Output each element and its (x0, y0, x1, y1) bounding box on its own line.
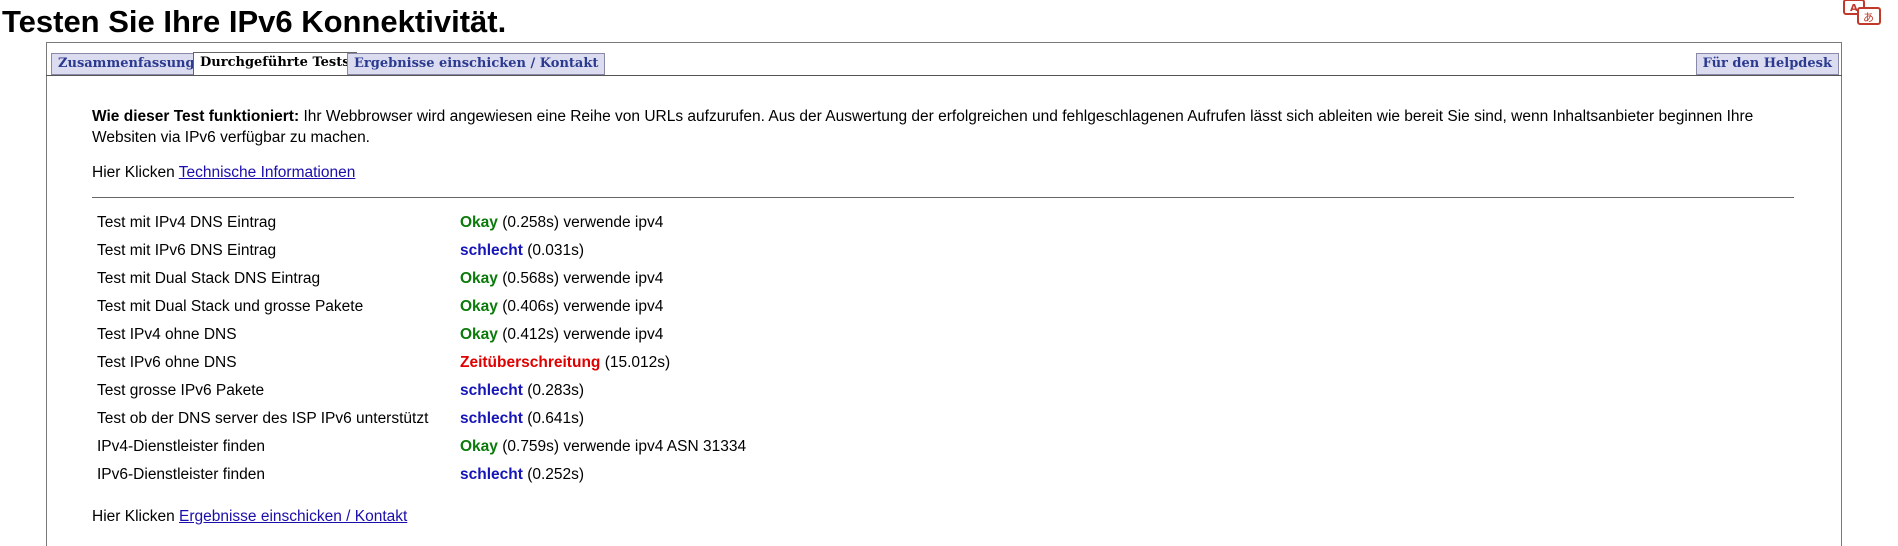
test-name: IPv6-Dienstleister finden (97, 466, 265, 483)
test-name: Test mit Dual Stack DNS Eintrag (97, 270, 321, 287)
test-name: Test mit IPv6 DNS Eintrag (97, 242, 277, 259)
test-detail: (0.258s) verwende ipv4 (497, 214, 664, 231)
result-row: Test mit IPv6 DNS Eintrag schlecht (0.031… (92, 240, 992, 268)
divider (92, 197, 1794, 198)
test-result: Okay (0.406s) verwende ipv4 (460, 298, 663, 316)
test-status: Okay (460, 298, 498, 315)
test-result: schlecht (0.252s) (460, 466, 584, 484)
test-detail: (15.012s) (600, 354, 671, 371)
test-status: Okay (460, 270, 498, 287)
test-result: Okay (0.759s) verwende ipv4 ASN 31334 (460, 438, 746, 456)
test-status: Okay (460, 214, 498, 231)
how-it-works-text: Wie dieser Test funktioniert: Ihr Webbro… (92, 106, 1792, 148)
result-row: Test IPv6 ohne DNS Zeitüberschreitung (15… (92, 352, 992, 380)
result-row: Test mit Dual Stack DNS Eintrag Okay (0.5… (92, 268, 992, 296)
tab-bar: Zusammenfassung Durchgeführte Tests Erge… (46, 42, 1842, 76)
result-row: Test grosse IPv6 Pakete schlecht (0.283s) (92, 380, 992, 408)
test-status: schlecht (460, 382, 523, 399)
test-name: Test IPv6 ohne DNS (97, 354, 237, 371)
test-detail: (0.412s) verwende ipv4 (497, 326, 664, 343)
test-detail: (0.031s) (522, 242, 585, 259)
test-detail: (0.283s) (522, 382, 585, 399)
test-name: IPv4-Dienstleister finden (97, 438, 265, 455)
test-result: Okay (0.258s) verwende ipv4 (460, 214, 663, 232)
test-result: schlecht (0.283s) (460, 382, 584, 400)
test-detail: (0.406s) verwende ipv4 (497, 298, 664, 315)
tab-submit-contact[interactable]: Ergebnisse einschicken / Kontakt (347, 53, 606, 75)
tab-summary[interactable]: Zusammenfassung (51, 53, 202, 75)
svg-text:A: A (1850, 3, 1858, 14)
how-it-works-description: Ihr Webbrowser wird angewiesen eine Reih… (92, 108, 1754, 146)
test-status: schlecht (460, 466, 523, 483)
results-table: Test mit IPv4 DNS Eintrag Okay (0.258s) v… (92, 212, 992, 492)
test-detail: (0.759s) verwende ipv4 ASN 31334 (497, 438, 747, 455)
test-status: schlecht (460, 410, 523, 427)
tech-info-line: Hier Klicken Technische Informationen (92, 162, 355, 183)
test-result: Okay (0.568s) verwende ipv4 (460, 270, 663, 288)
test-status: Zeitüberschreitung (460, 354, 601, 371)
page-title: Testen Sie Ihre IPv6 Konnektivität. (2, 4, 507, 39)
test-name: Test mit Dual Stack und grosse Pakete (97, 298, 364, 315)
test-detail: (0.641s) (522, 410, 585, 427)
tab-helpdesk[interactable]: Für den Helpdesk (1695, 53, 1839, 75)
submit-contact-link[interactable]: Ergebnisse einschicken / Kontakt (179, 508, 407, 525)
result-row: Test ob der DNS server des ISP IPv6 unte… (92, 408, 992, 436)
submit-contact-line: Hier Klicken Ergebnisse einschicken / Ko… (92, 506, 407, 527)
svg-text:あ: あ (1863, 11, 1874, 24)
test-name: Test mit IPv4 DNS Eintrag (97, 214, 277, 231)
result-row: Test mit Dual Stack und grosse Pakete Oka… (92, 296, 992, 324)
test-name: Test grosse IPv6 Pakete (97, 382, 265, 399)
result-row: Test mit IPv4 DNS Eintrag Okay (0.258s) v… (92, 212, 992, 240)
test-result: Okay (0.412s) verwende ipv4 (460, 326, 663, 344)
result-row: IPv6-Dienstleister finden schlecht (0.252… (92, 464, 992, 492)
tech-info-prefix: Hier Klicken (92, 164, 179, 181)
test-result: Zeitüberschreitung (15.012s) (460, 354, 670, 372)
test-result: schlecht (0.641s) (460, 410, 584, 428)
test-status: Okay (460, 326, 498, 343)
result-row: IPv4-Dienstleister finden Okay (0.759s) v… (92, 436, 992, 464)
result-row: Test IPv4 ohne DNS Okay (0.412s) verwende… (92, 324, 992, 352)
test-name: Test IPv4 ohne DNS (97, 326, 237, 343)
how-it-works-label: Wie dieser Test funktioniert: (92, 108, 300, 125)
test-detail: (0.568s) verwende ipv4 (497, 270, 664, 287)
test-status: schlecht (460, 242, 523, 259)
translate-icon[interactable]: A あ (1842, 0, 1886, 26)
test-detail: (0.252s) (522, 466, 585, 483)
tech-info-link[interactable]: Technische Informationen (179, 164, 356, 181)
test-status: Okay (460, 438, 498, 455)
test-name: Test ob der DNS server des ISP IPv6 unte… (97, 410, 429, 427)
tab-tests[interactable]: Durchgeführte Tests (193, 52, 357, 76)
submit-contact-prefix: Hier Klicken (92, 508, 179, 525)
test-result: schlecht (0.031s) (460, 242, 584, 260)
